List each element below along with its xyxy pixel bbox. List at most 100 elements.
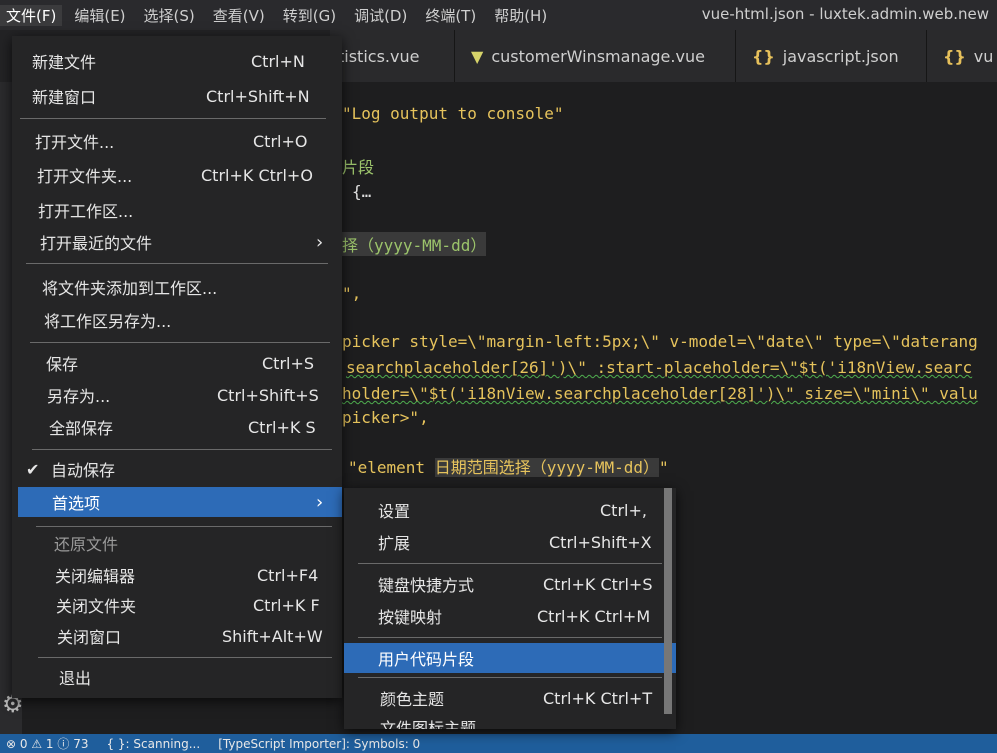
menu-item-shortcut: Ctrl+Shift+N [206, 86, 310, 106]
file-menu: 新建文件 Ctrl+N 新建窗口 Ctrl+Shift+N 打开文件... Ctrl+… [12, 36, 342, 698]
menu-item-shortcut: Ctrl+K Ctrl+M [537, 606, 651, 626]
code-token: "element [348, 458, 435, 477]
menu-item-shortcut: Ctrl+N [251, 51, 305, 71]
menu-item-label: 将工作区另存为... [44, 312, 172, 331]
chevron-right-icon: › [316, 231, 324, 253]
menu-item-label: 自动保存 [51, 461, 116, 480]
menu-file[interactable]: 文件(F) [0, 4, 63, 26]
vue-icon: ▼ [471, 46, 484, 66]
menu-item-shortcut: Ctrl+, [600, 500, 647, 520]
menu-item-close-folder[interactable]: 关闭文件夹 Ctrl+K F [12, 591, 342, 619]
menu-item-open-workspace[interactable]: 打开工作区... [12, 196, 342, 224]
menu-item-revert-file: 还原文件 [12, 529, 342, 557]
chevron-right-icon: › [316, 491, 324, 513]
code-line: picker>", [342, 408, 429, 427]
code-line: 片段 [342, 158, 375, 177]
menu-item-label: 扩展 [378, 534, 411, 553]
typescript-importer-status[interactable]: [TypeScript Importer]: Symbols: 0 [218, 737, 420, 751]
menu-item-new-window[interactable]: 新建窗口 Ctrl+Shift+N [12, 82, 342, 110]
menu-item-color-theme[interactable]: 颜色主题 Ctrl+K Ctrl+T [344, 684, 676, 712]
code-line: 择（yyyy-MM-dd） [342, 232, 487, 256]
menu-item-preferences[interactable]: 首选项 › [18, 487, 342, 517]
menu-item-label: 打开文件夹... [37, 167, 133, 186]
json-icon: {} [752, 46, 775, 66]
menu-item-label: 设置 [378, 502, 411, 521]
menu-scrollbar[interactable] [664, 488, 672, 714]
menu-item-exit[interactable]: 退出 [12, 663, 342, 691]
menu-item-label: 打开工作区... [38, 202, 134, 221]
warning-count: 1 [45, 737, 54, 751]
menu-separator [20, 118, 326, 119]
menu-item-save-all[interactable]: 全部保存 Ctrl+K S [12, 413, 342, 441]
menu-item-label: 新建文件 [32, 53, 97, 72]
menu-item-label: 将文件夹添加到工作区... [42, 279, 218, 298]
menu-item-shortcut: Ctrl+F4 [257, 565, 319, 585]
menu-item-shortcut: Ctrl+Shift+X [549, 532, 652, 552]
menu-item-label: 关闭文件夹 [56, 597, 137, 616]
menu-item-user-snippets[interactable]: 用户代码片段 [344, 643, 676, 673]
menu-item-save-workspace-as[interactable]: 将工作区另存为... [12, 306, 342, 334]
menu-item-shortcut: Ctrl+K S [248, 417, 316, 437]
menu-item-label: 用户代码片段 [378, 650, 475, 669]
error-count: 0 [19, 737, 28, 751]
menu-view[interactable]: 查看(V) [207, 5, 271, 26]
menu-item-open-recent[interactable]: 打开最近的文件 › [12, 228, 342, 256]
code-token: 日期范围选择（yyyy-MM-dd） [434, 458, 660, 477]
menu-separator [36, 526, 332, 527]
menu-separator [32, 449, 332, 450]
scanning-status[interactable]: { }: Scanning... [106, 737, 200, 751]
tab-javascript-json[interactable]: {} javascript.json [736, 30, 927, 82]
menu-selection[interactable]: 选择(S) [138, 5, 201, 26]
check-icon: ✔ [26, 459, 40, 479]
menu-help[interactable]: 帮助(H) [488, 5, 553, 26]
code-line: "Log output to console" [342, 104, 564, 123]
menu-item-shortcut: Shift+Alt+W [222, 626, 323, 646]
menu-item-label: 全部保存 [49, 419, 114, 438]
menu-item-open-folder[interactable]: 打开文件夹... Ctrl+K Ctrl+O [12, 161, 342, 189]
menu-item-file-icon-theme[interactable]: 文件图标主题 [344, 713, 676, 729]
info-count: 73 [73, 737, 89, 751]
code-token: " [659, 458, 669, 477]
tab-vue-html-json[interactable]: {} vu [927, 30, 997, 82]
code-line: "element 日期范围选择（yyyy-MM-dd）" [348, 454, 669, 478]
menu-item-shortcut: Ctrl+O [253, 131, 308, 151]
menu-item-save-as[interactable]: 另存为... Ctrl+Shift+S [12, 381, 342, 409]
status-bar: ⊗ 0 ⚠ 1 ⓘ 73 { }: Scanning... [TypeScrip… [0, 734, 997, 753]
menu-item-shortcut: Ctrl+S [262, 353, 315, 373]
menu-item-label: 文件图标主题 [380, 719, 477, 729]
menu-item-label: 另存为... [47, 387, 111, 406]
menu-item-save[interactable]: 保存 Ctrl+S [12, 349, 342, 377]
menu-item-add-folder-to-workspace[interactable]: 将文件夹添加到工作区... [12, 273, 342, 301]
menu-item-close-editor[interactable]: 关闭编辑器 Ctrl+F4 [12, 561, 342, 589]
menu-item-label: 还原文件 [54, 535, 119, 554]
menu-item-label: 首选项 [52, 494, 101, 513]
menu-separator [38, 657, 332, 658]
menu-item-label: 保存 [46, 355, 79, 374]
tab-statistics[interactable]: tistics.vue [330, 30, 455, 82]
menu-go[interactable]: 转到(G) [277, 5, 342, 26]
menu-edit[interactable]: 编辑(E) [68, 5, 131, 26]
menu-item-auto-save[interactable]: ✔ 自动保存 [12, 455, 342, 483]
tab-label: customerWinsmanage.vue [491, 46, 705, 66]
menu-item-extensions[interactable]: 扩展 Ctrl+Shift+X [344, 528, 676, 556]
menu-item-close-window[interactable]: 关闭窗口 Shift+Alt+W [12, 622, 342, 650]
menu-item-keymaps[interactable]: 按键映射 Ctrl+K Ctrl+M [344, 602, 676, 630]
menu-item-shortcut: Ctrl+K F [253, 595, 320, 615]
menu-terminal[interactable]: 终端(T) [419, 5, 482, 26]
menu-item-open-file[interactable]: 打开文件... Ctrl+O [12, 127, 342, 155]
tab-customerwinsmanage[interactable]: ▼ customerWinsmanage.vue [455, 30, 736, 82]
menu-item-shortcut: Ctrl+K Ctrl+S [543, 574, 653, 594]
menu-item-label: 关闭窗口 [57, 628, 122, 647]
menu-bar: 文件(F) 编辑(E) 选择(S) 查看(V) 转到(G) 调试(D) 终端(T… [0, 0, 997, 30]
menu-separator [358, 677, 662, 678]
menu-item-label: 打开最近的文件 [40, 234, 153, 253]
menu-item-new-file[interactable]: 新建文件 Ctrl+N [12, 47, 342, 75]
preferences-submenu: 设置 Ctrl+, 扩展 Ctrl+Shift+X 键盘快捷方式 Ctrl+K Ctr… [344, 488, 676, 729]
menu-item-settings[interactable]: 设置 Ctrl+, [344, 496, 676, 524]
problems-indicator[interactable]: ⊗ 0 ⚠ 1 ⓘ 73 [6, 735, 88, 752]
menu-item-label: 退出 [59, 669, 92, 688]
menu-item-shortcut: Ctrl+K Ctrl+O [201, 165, 313, 185]
menu-item-label: 打开文件... [35, 133, 115, 152]
menu-debug[interactable]: 调试(D) [348, 5, 413, 26]
menu-item-keyboard-shortcuts[interactable]: 键盘快捷方式 Ctrl+K Ctrl+S [344, 570, 676, 598]
